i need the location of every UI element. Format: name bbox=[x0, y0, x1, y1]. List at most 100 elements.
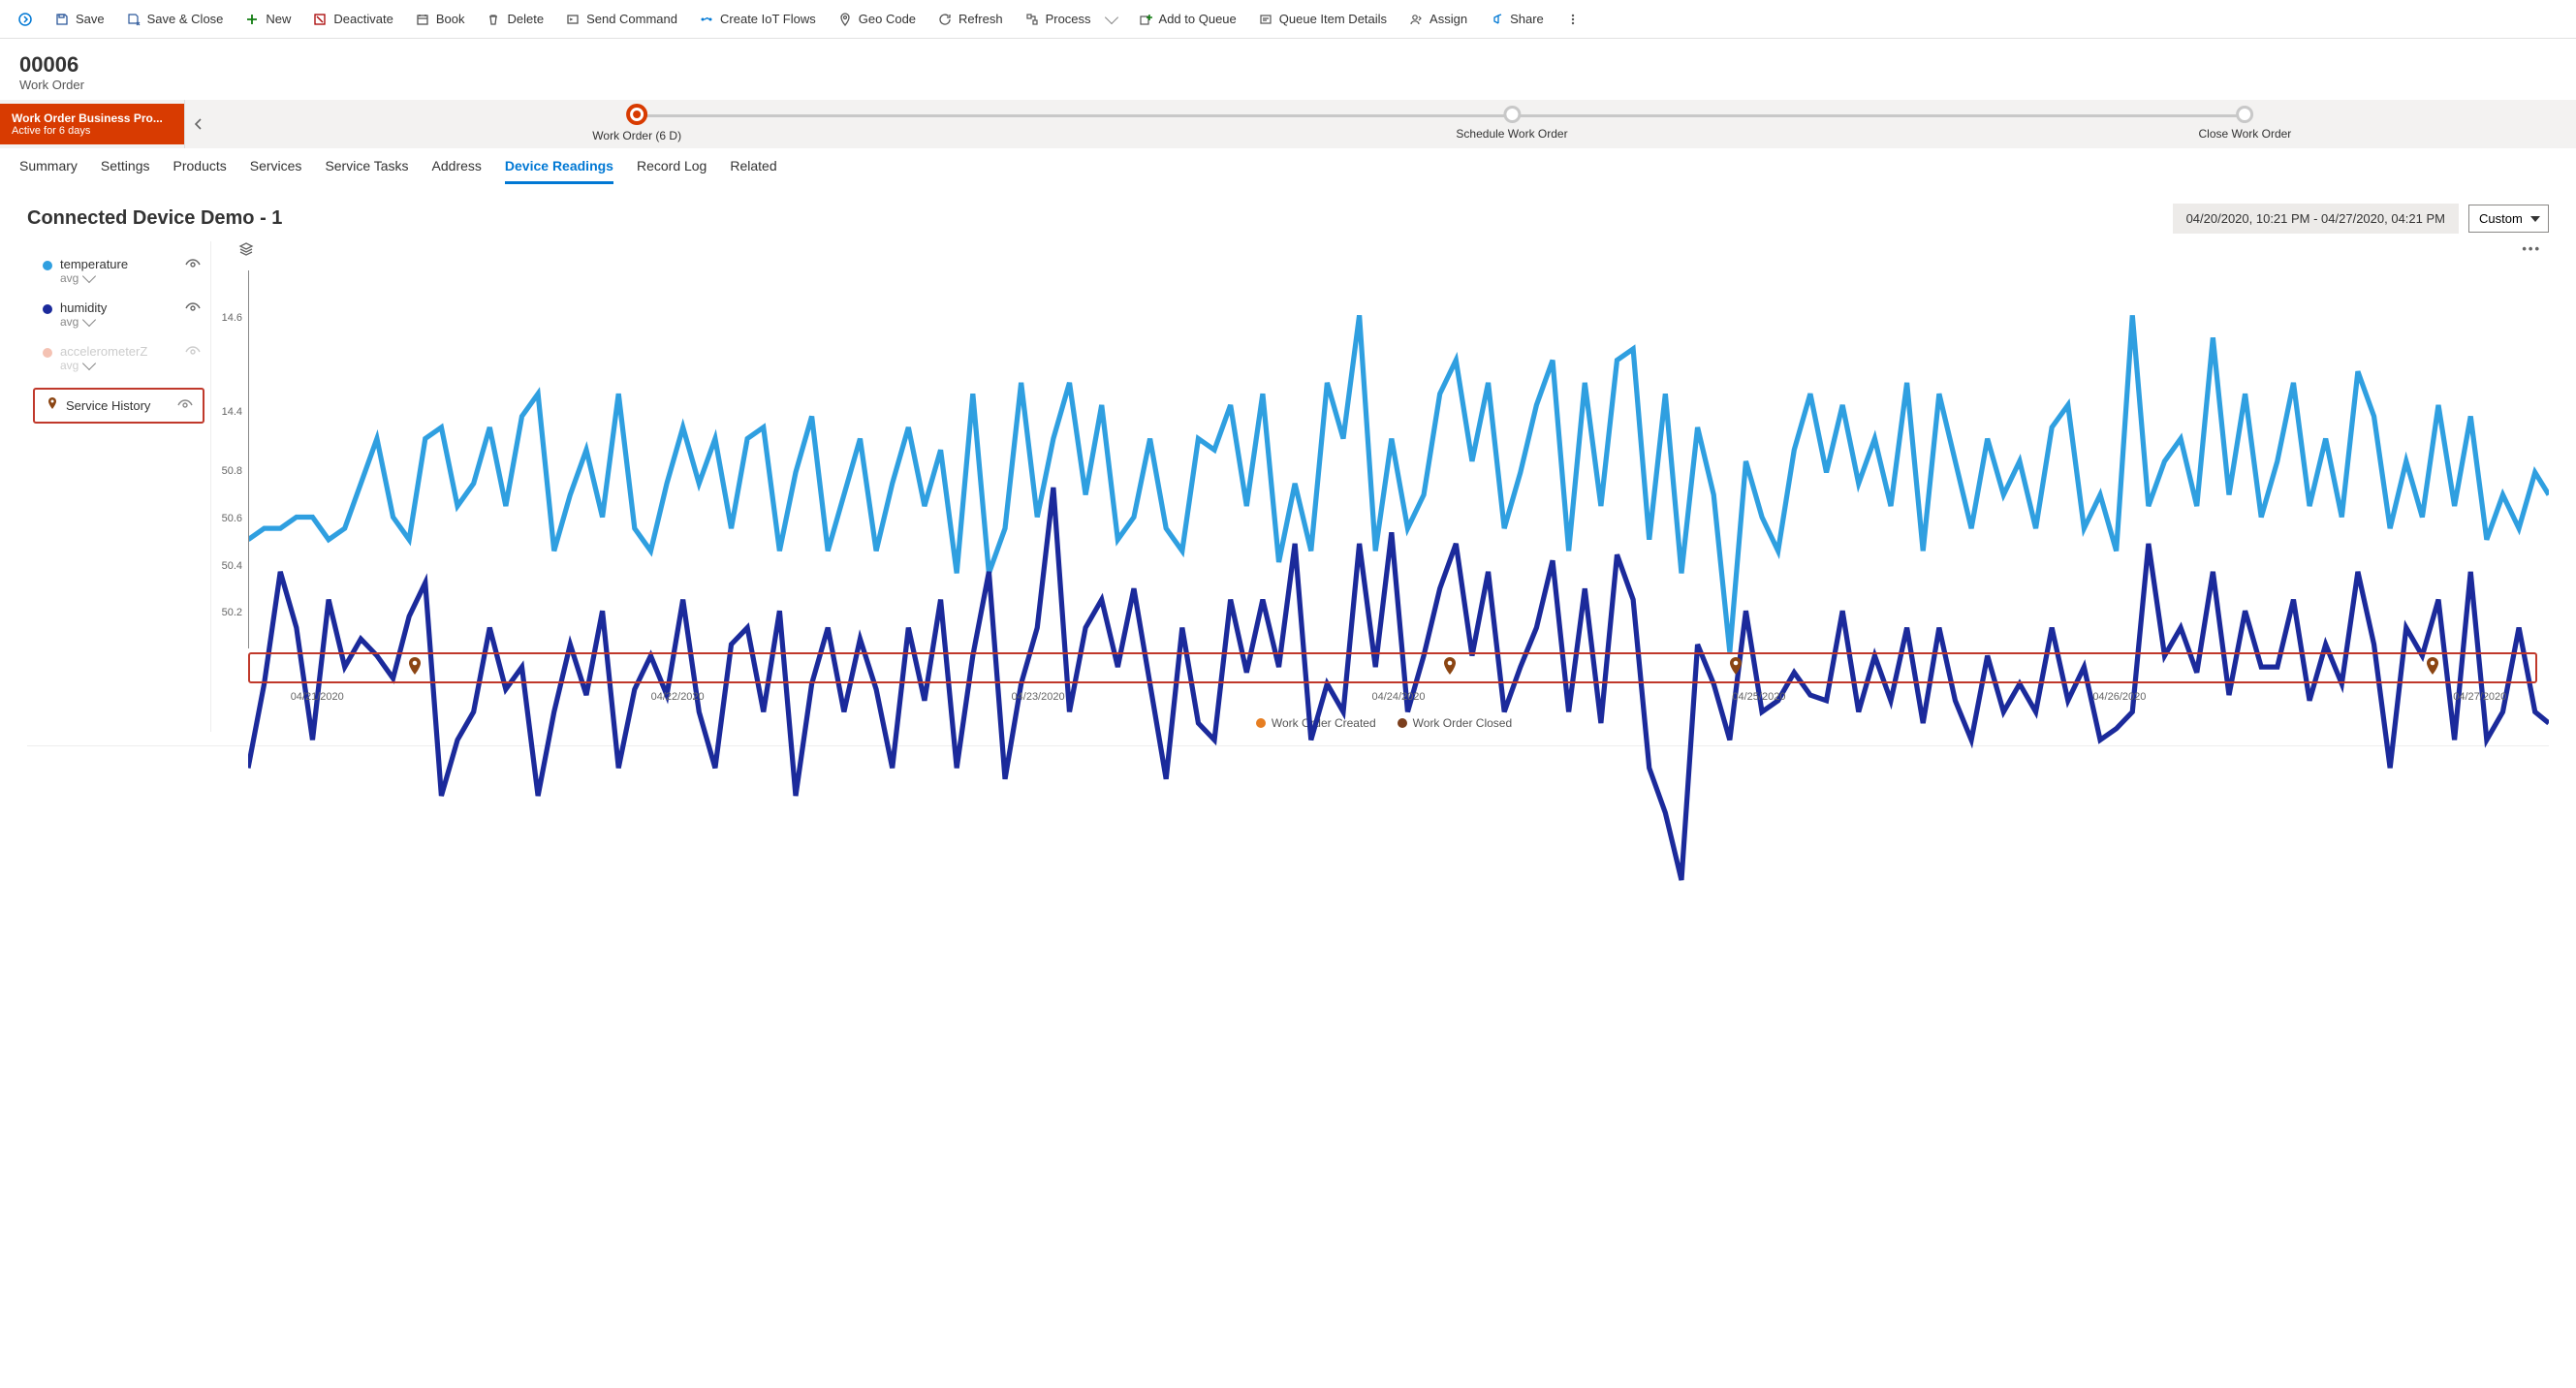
command-bar: Save Save & Close New Deactivate Book De… bbox=[0, 0, 2576, 39]
assign-button[interactable]: Assign bbox=[1398, 6, 1477, 33]
bpf-stage-dot bbox=[626, 104, 647, 125]
layers-icon[interactable] bbox=[238, 241, 254, 260]
tab-products[interactable]: Products bbox=[173, 148, 227, 184]
tab-service-tasks[interactable]: Service Tasks bbox=[325, 148, 408, 184]
x-tick: 04/22/2020 bbox=[651, 691, 705, 703]
bpf-stage-label: Work Order (6 D) bbox=[592, 129, 681, 142]
x-tick: 04/27/2020 bbox=[2453, 691, 2506, 703]
refresh-button[interactable]: Refresh bbox=[927, 6, 1013, 33]
deactivate-button[interactable]: Deactivate bbox=[302, 6, 402, 33]
eye-icon[interactable] bbox=[185, 302, 201, 317]
terminal-icon bbox=[565, 12, 581, 27]
chart-more-button[interactable]: ••• bbox=[2522, 241, 2541, 256]
save-close-icon bbox=[126, 12, 141, 27]
process-button[interactable]: Process bbox=[1015, 6, 1126, 33]
eye-icon[interactable] bbox=[177, 399, 193, 414]
time-range-select[interactable]: Custom bbox=[2468, 205, 2549, 233]
save-close-button[interactable]: Save & Close bbox=[116, 6, 234, 33]
geo-code-button[interactable]: Geo Code bbox=[828, 6, 926, 33]
x-tick: 04/24/2020 bbox=[1371, 691, 1425, 703]
legend-series-accelerometerZ[interactable]: accelerometerZavg bbox=[27, 336, 210, 380]
more-vertical-icon bbox=[1565, 12, 1581, 27]
legend-color-dot bbox=[43, 348, 52, 358]
form-tabs: Summary Settings Products Services Service T… bbox=[0, 148, 2576, 184]
overflow-button[interactable] bbox=[1555, 6, 1590, 33]
flow-icon bbox=[699, 12, 714, 27]
tab-record-log[interactable]: Record Log bbox=[637, 148, 707, 184]
y-tick: 50.4 bbox=[222, 560, 242, 572]
record-id: 00006 bbox=[19, 52, 2557, 78]
chevron-down-icon bbox=[82, 357, 96, 370]
share-button[interactable]: Share bbox=[1479, 6, 1554, 33]
chevron-down-icon bbox=[1104, 10, 1117, 23]
queue-details-icon bbox=[1258, 12, 1273, 27]
save-button[interactable]: Save bbox=[45, 6, 114, 33]
tab-summary[interactable]: Summary bbox=[19, 148, 78, 184]
y-tick: 50.6 bbox=[222, 513, 242, 524]
calendar-icon bbox=[415, 12, 430, 27]
tab-settings[interactable]: Settings bbox=[101, 148, 150, 184]
business-process-flow: Work Order Business Pro... Active for 6 … bbox=[0, 100, 2576, 148]
eye-icon[interactable] bbox=[185, 259, 201, 273]
queue-add-icon bbox=[1138, 12, 1153, 27]
legend-agg[interactable]: avg bbox=[60, 315, 204, 329]
bpf-stage[interactable]: Close Work Order bbox=[2198, 106, 2291, 141]
chevron-right-icon bbox=[17, 12, 33, 27]
time-range-display: 04/20/2020, 10:21 PM - 04/27/2020, 04:21… bbox=[2173, 204, 2459, 234]
y-tick: 14.6 bbox=[222, 312, 242, 324]
tab-device-readings[interactable]: Device Readings bbox=[505, 148, 613, 184]
save-icon bbox=[54, 12, 70, 27]
chart-area: ••• 14.414.6 50.250.450.650.8 04/21/202 bbox=[219, 241, 2549, 732]
legend-agg[interactable]: avg bbox=[60, 271, 204, 285]
bpf-badge[interactable]: Work Order Business Pro... Active for 6 … bbox=[0, 104, 184, 144]
add-to-queue-button[interactable]: Add to Queue bbox=[1128, 6, 1246, 33]
device-readings-panel: Connected Device Demo - 1 04/20/2020, 10… bbox=[0, 184, 2576, 741]
bpf-stage[interactable]: Schedule Work Order bbox=[1456, 106, 1567, 141]
delete-button[interactable]: Delete bbox=[476, 6, 553, 33]
x-tick: 04/26/2020 bbox=[2092, 691, 2146, 703]
legend-series-temperature[interactable]: temperatureavg bbox=[27, 249, 210, 293]
chevron-down-icon bbox=[82, 313, 96, 327]
legend-series-name: humidity bbox=[60, 300, 204, 315]
x-tick: 04/23/2020 bbox=[1012, 691, 1065, 703]
new-button[interactable]: New bbox=[235, 6, 300, 33]
queue-item-details-button[interactable]: Queue Item Details bbox=[1248, 6, 1397, 33]
service-history-toggle[interactable]: Service History bbox=[33, 388, 204, 424]
eye-icon[interactable] bbox=[185, 346, 201, 361]
service-event-pin[interactable] bbox=[407, 657, 423, 679]
legend-series-name: accelerometerZ bbox=[60, 344, 204, 359]
refresh-icon bbox=[937, 12, 953, 27]
bpf-stage[interactable]: Work Order (6 D) bbox=[592, 106, 681, 142]
service-history-track bbox=[248, 652, 2537, 683]
bpf-stage-label: Close Work Order bbox=[2198, 127, 2291, 141]
x-tick: 04/25/2020 bbox=[1732, 691, 1785, 703]
legend-color-dot bbox=[43, 304, 52, 314]
legend-agg[interactable]: avg bbox=[60, 359, 204, 372]
tab-services[interactable]: Services bbox=[250, 148, 302, 184]
tab-address[interactable]: Address bbox=[432, 148, 482, 184]
share-icon bbox=[1489, 12, 1504, 27]
bpf-stage-dot bbox=[2236, 106, 2253, 123]
legend-color-dot bbox=[43, 261, 52, 270]
bpf-stages: Work Order (6 D) Schedule Work Order Close… bbox=[211, 100, 2576, 148]
legend-series-name: temperature bbox=[60, 257, 204, 271]
deactivate-icon bbox=[312, 12, 328, 27]
temperature-chart[interactable]: 14.414.6 bbox=[248, 270, 2549, 459]
x-tick: 04/21/2020 bbox=[291, 691, 344, 703]
service-event-pin[interactable] bbox=[1442, 657, 1458, 679]
y-tick: 50.8 bbox=[222, 465, 242, 477]
back-button[interactable] bbox=[8, 6, 43, 33]
send-command-button[interactable]: Send Command bbox=[555, 6, 687, 33]
tab-related[interactable]: Related bbox=[730, 148, 776, 184]
humidity-chart[interactable]: 50.250.450.650.8 bbox=[248, 459, 2549, 648]
service-event-pin[interactable] bbox=[2425, 657, 2440, 679]
legend-series-humidity[interactable]: humidityavg bbox=[27, 293, 210, 336]
service-history-label: Service History bbox=[66, 398, 150, 413]
service-event-pin[interactable] bbox=[1728, 657, 1744, 679]
bpf-collapse-button[interactable] bbox=[184, 100, 211, 148]
y-tick: 50.2 bbox=[222, 607, 242, 618]
bpf-name: Work Order Business Pro... bbox=[12, 111, 173, 125]
pin-icon bbox=[837, 12, 853, 27]
book-button[interactable]: Book bbox=[405, 6, 475, 33]
create-iot-flows-button[interactable]: Create IoT Flows bbox=[689, 6, 826, 33]
